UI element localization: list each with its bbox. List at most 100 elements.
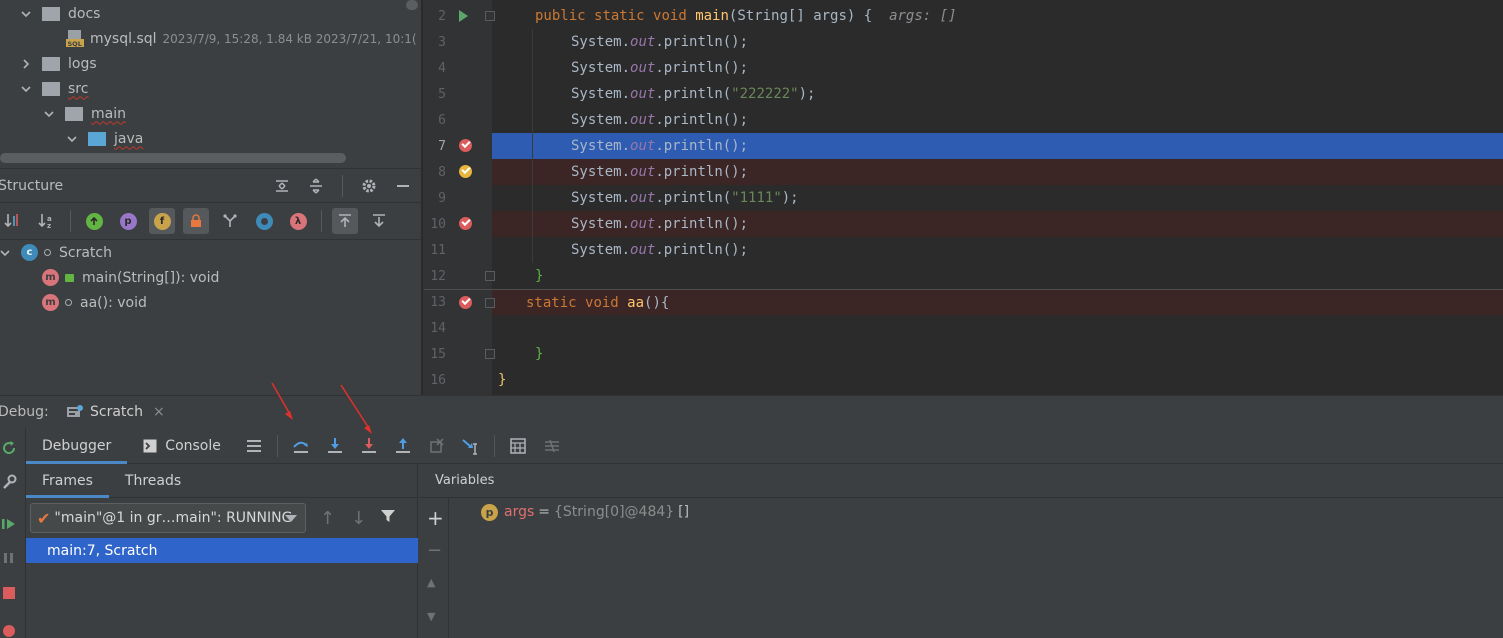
gear-icon[interactable] [359, 176, 379, 196]
code-line[interactable]: 4 System.out.println(); [424, 55, 1503, 81]
show-inherited-icon[interactable] [81, 208, 107, 234]
step-out-icon[interactable] [390, 433, 416, 459]
show-fields-icon[interactable]: f [149, 208, 175, 234]
chevron-down-icon[interactable] [285, 515, 297, 522]
execution-line[interactable]: 7 System.out.println(); [424, 133, 1503, 159]
wrench-icon[interactable] [1, 474, 17, 490]
show-non-public-icon[interactable] [183, 208, 209, 234]
variable-row[interactable]: p args = {String[0]@484} [] [481, 501, 689, 523]
expand-all-icon[interactable] [272, 176, 292, 196]
breakpoint-icon[interactable] [459, 217, 472, 230]
chevron-right-icon[interactable] [20, 58, 32, 70]
code-line[interactable]: 6 System.out.println(); [424, 107, 1503, 133]
tree-item-main[interactable]: main [43, 101, 126, 126]
fold-marker-icon[interactable] [485, 11, 495, 21]
line-number: 7 [438, 138, 446, 154]
structure-item-aa[interactable]: m aa(): void [42, 290, 147, 315]
method-breakpoint-icon[interactable] [459, 296, 472, 309]
structure-item-main[interactable]: m main(String[]): void [42, 265, 219, 290]
sort-by-visibility-icon[interactable] [0, 208, 26, 234]
layout-menu-icon[interactable] [241, 433, 267, 459]
breakpoint-line[interactable]: 8 System.out.println(); [424, 159, 1503, 185]
line-number: 4 [438, 60, 446, 76]
tree-item-docs[interactable]: docs [20, 1, 100, 26]
structure-item-label: aa(): void [80, 294, 147, 311]
filter-icon[interactable] [380, 508, 396, 528]
code-line[interactable]: 16 } [424, 367, 1503, 393]
tree-item-mysql-sql[interactable]: SQL mysql.sql 2023/7/9, 15:28, 1.84 kB 2… [66, 26, 417, 51]
run-to-cursor-icon[interactable] [458, 433, 484, 459]
sort-alpha-icon[interactable]: az [34, 208, 60, 234]
structure-item-scratch[interactable]: c Scratch [0, 240, 112, 265]
conditional-breakpoint-icon[interactable] [459, 165, 472, 178]
tree-item-src[interactable]: src [20, 76, 88, 101]
chevron-down-icon[interactable] [20, 83, 32, 95]
show-lambdas-icon[interactable]: λ [285, 208, 311, 234]
tree-item-label: main [91, 105, 126, 122]
code-line[interactable]: 12 } [424, 263, 1503, 289]
arrow-up-icon[interactable]: ↑ [320, 508, 335, 529]
code-editor[interactable]: 2 public static void main(String[] args)… [423, 0, 1503, 395]
breakpoint-line[interactable]: 13 static void aa(){ [424, 289, 1503, 315]
tab-threads[interactable]: Threads [109, 464, 197, 498]
show-properties-icon[interactable]: p [115, 208, 141, 234]
view-breakpoints-icon[interactable] [1, 622, 17, 638]
remove-watch-icon[interactable]: − [427, 540, 442, 561]
tree-item-java[interactable]: java [66, 126, 143, 151]
debug-body: Debugger Console Frames Threads ✔ "main"… [0, 428, 1503, 638]
code-line[interactable]: 9 System.out.println("1111"); [424, 185, 1503, 211]
code-line[interactable]: 3 System.out.println(); [424, 29, 1503, 55]
pause-program-icon[interactable] [1, 550, 17, 566]
debug-session-tab[interactable]: Scratch × [62, 396, 169, 428]
source-folder-icon [88, 131, 106, 146]
indent-guide [532, 29, 533, 263]
code-line[interactable]: 15 } [424, 341, 1503, 367]
show-lambdas-branch-icon[interactable] [217, 208, 243, 234]
chevron-down-icon[interactable] [43, 108, 55, 120]
chevron-down-icon[interactable] [0, 248, 10, 258]
run-icon[interactable] [459, 10, 468, 22]
code-line[interactable]: 14 [424, 315, 1503, 341]
evaluate-expression-icon[interactable] [505, 433, 531, 459]
code-line[interactable]: 11 System.out.println(); [424, 237, 1503, 263]
step-over-icon[interactable] [288, 433, 314, 459]
show-anonymous-icon[interactable] [251, 208, 277, 234]
chevron-down-icon[interactable] [66, 133, 78, 145]
autoscroll-to-source-icon[interactable] [332, 208, 358, 234]
breakpoint-line[interactable]: 10 System.out.println(); [424, 211, 1503, 237]
chevron-down-icon[interactable] [20, 8, 32, 20]
horizontal-scrollbar[interactable] [0, 153, 346, 163]
move-up-icon[interactable]: ▲ [427, 576, 435, 589]
tab-debugger[interactable]: Debugger [26, 428, 128, 464]
breakpoint-icon[interactable] [459, 139, 472, 152]
collapse-all-icon[interactable] [306, 176, 326, 196]
thread-select[interactable]: ✔ "main"@1 in gr…main": RUNNING [30, 503, 306, 533]
add-watch-icon[interactable]: + [427, 506, 444, 530]
frame-row-selected[interactable]: main:7, Scratch [26, 538, 418, 563]
rerun-icon[interactable] [1, 440, 17, 456]
move-down-icon[interactable]: ▼ [427, 610, 435, 623]
close-icon[interactable]: × [153, 404, 165, 420]
code-line[interactable]: 5 System.out.println("222222"); [424, 81, 1503, 107]
trace-current-stream-icon[interactable] [539, 433, 565, 459]
package-visibility-icon [65, 299, 72, 306]
step-into-icon[interactable] [322, 433, 348, 459]
fold-marker-icon[interactable] [485, 349, 495, 359]
tree-item-label: src [68, 80, 89, 97]
autoscroll-from-source-icon[interactable] [366, 208, 392, 234]
drop-frame-icon[interactable] [424, 433, 450, 459]
code-line[interactable]: 2 public static void main(String[] args)… [424, 3, 1503, 29]
hide-icon[interactable] [393, 176, 413, 196]
tab-frames[interactable]: Frames [26, 464, 109, 498]
tab-console[interactable]: Console [127, 428, 237, 464]
resume-program-icon[interactable] [1, 516, 17, 532]
arrow-down-icon[interactable]: ↓ [351, 508, 366, 529]
tree-item-logs[interactable]: logs [20, 51, 97, 76]
fold-marker-icon[interactable] [485, 298, 495, 308]
fold-marker-icon[interactable] [485, 271, 495, 281]
variable-name: args [504, 504, 535, 520]
stop-icon[interactable] [1, 585, 17, 601]
force-step-into-icon[interactable] [356, 433, 382, 459]
tree-item-label: logs [68, 55, 97, 72]
vertical-scrollbar[interactable] [406, 0, 418, 10]
